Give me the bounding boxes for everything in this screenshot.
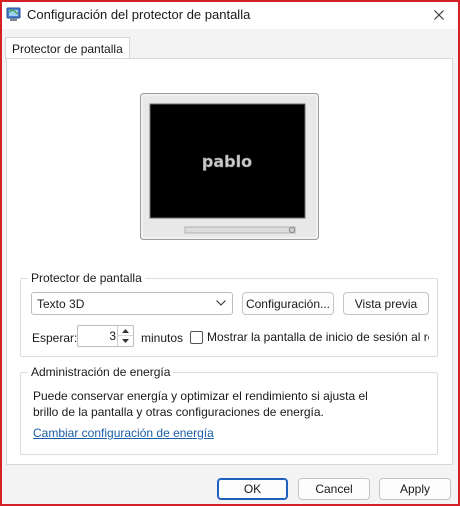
chevron-down-icon: [216, 300, 226, 306]
preview-button[interactable]: Vista previa: [343, 292, 429, 315]
triangle-down-icon: [122, 339, 129, 343]
power-group: Administración de energía Puede conserva…: [20, 365, 438, 455]
screensaver-group: Protector de pantalla Texto 3D Configura…: [20, 271, 438, 357]
tab-strip: Protector de pantalla: [2, 29, 458, 59]
stepper-buttons: [117, 326, 133, 346]
minutes-label: minutos: [141, 331, 184, 345]
resume-logon-checkbox[interactable]: [190, 331, 203, 344]
wait-label: Esperar:: [32, 331, 78, 345]
cancel-button[interactable]: Cancel: [298, 478, 370, 500]
resume-logon-label[interactable]: Mostrar la pantalla de inicio de sesión …: [207, 330, 429, 344]
apply-button[interactable]: Apply: [379, 478, 451, 500]
wait-minutes-value[interactable]: 3: [78, 329, 116, 343]
screensaver-select[interactable]: Texto 3D: [31, 292, 233, 315]
power-group-legend: Administración de energía: [28, 365, 174, 379]
stepper-down-button[interactable]: [118, 336, 133, 346]
tab-screensaver[interactable]: Protector de pantalla: [5, 37, 130, 59]
close-button[interactable]: [420, 2, 458, 28]
tab-panel: pablo Protector de pantalla Texto 3D Con…: [6, 58, 453, 465]
close-icon: [434, 10, 444, 20]
triangle-up-icon: [122, 328, 129, 333]
power-description-line2: brillo de la pantalla y otras configurac…: [33, 405, 324, 419]
power-description-line1: Puede conservar energía y optimizar el r…: [33, 389, 368, 403]
change-power-settings-link[interactable]: Cambiar configuración de energía: [33, 426, 214, 440]
monitor-preview: pablo: [140, 93, 319, 240]
settings-button[interactable]: Configuración...: [242, 292, 334, 315]
window-title: Configuración del protector de pantalla: [27, 7, 251, 22]
screensaver-select-value: Texto 3D: [37, 296, 85, 311]
title-bar[interactable]: Configuración del protector de pantalla: [2, 2, 458, 29]
power-description: Puede conservar energía y optimizar el r…: [33, 388, 433, 420]
stepper-up-button[interactable]: [118, 326, 133, 336]
screensaver-settings-window: Configuración del protector de pantalla …: [0, 0, 460, 506]
preview-screen-text: pablo: [202, 152, 252, 171]
screensaver-group-legend: Protector de pantalla: [28, 271, 145, 285]
monitor-app-icon: [6, 7, 21, 21]
ok-button[interactable]: OK: [217, 478, 288, 500]
wait-minutes-stepper[interactable]: 3: [77, 325, 134, 347]
resume-logon-label-wrap: Mostrar la pantalla de inicio de sesión …: [207, 330, 429, 344]
